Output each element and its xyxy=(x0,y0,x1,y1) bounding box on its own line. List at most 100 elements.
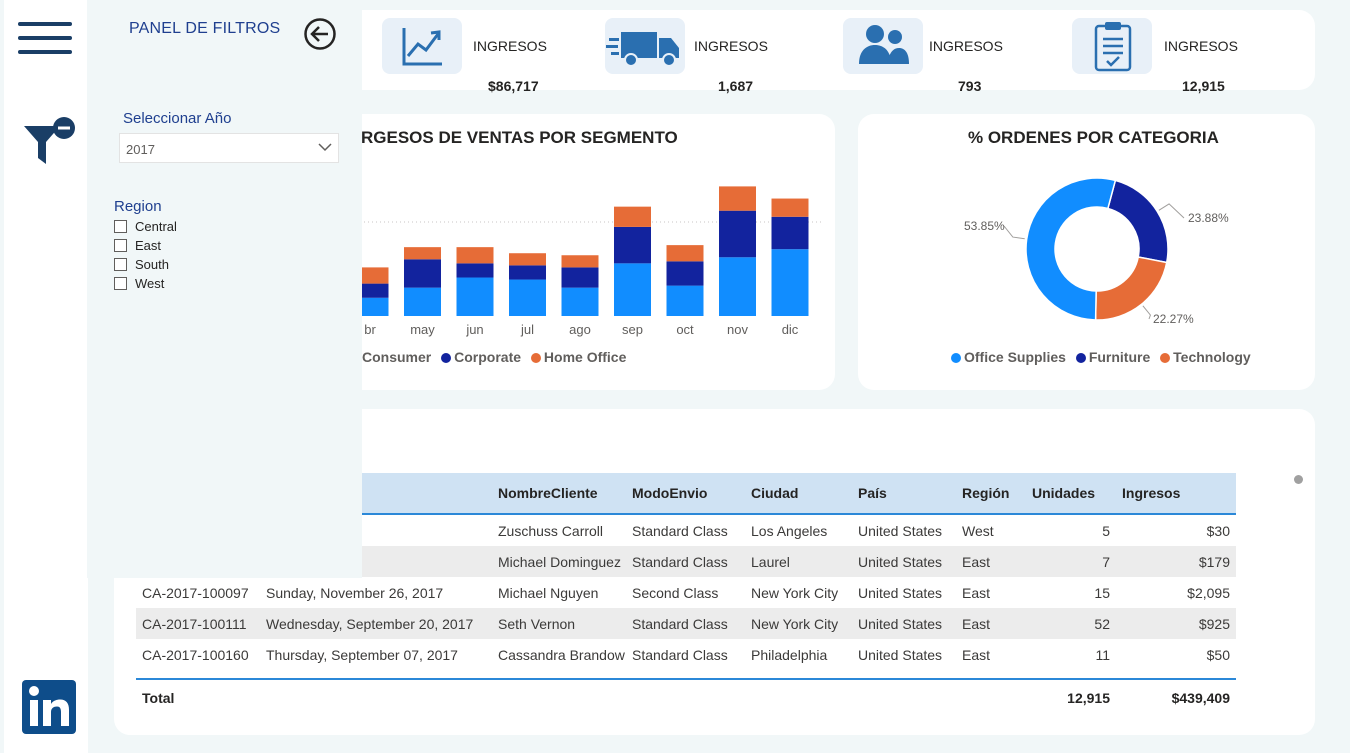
cell-unidades: 15 xyxy=(1026,577,1116,608)
column-header-unidades[interactable]: Unidades xyxy=(1026,473,1116,515)
bar-segment-consumer[interactable] xyxy=(666,285,704,316)
bar-segment-consumer[interactable] xyxy=(614,263,651,316)
hamburger-menu-icon[interactable] xyxy=(18,20,76,56)
kpi-label: INGRESOS xyxy=(694,38,768,54)
filter-panel-title: PANEL DE FILTROS xyxy=(129,20,281,37)
year-select[interactable]: 2017 xyxy=(119,133,339,163)
legend-technology[interactable]: Technology xyxy=(1160,349,1251,365)
bar-segment-corporate[interactable] xyxy=(719,210,756,258)
bar-segment-home-office[interactable] xyxy=(614,206,651,227)
page-scroll-indicator[interactable] xyxy=(1294,475,1303,484)
table-total-row: Total 12,915 $439,409 xyxy=(136,678,1236,716)
cell-region: West xyxy=(956,514,1026,546)
users-icon xyxy=(843,18,923,74)
bar-segment-home-office[interactable] xyxy=(404,247,441,260)
bar-segment-consumer[interactable] xyxy=(404,287,441,316)
column-header-region[interactable]: Región xyxy=(956,473,1026,515)
bar-segment-corporate[interactable] xyxy=(666,261,704,286)
legend-office-supplies[interactable]: Office Supplies xyxy=(951,349,1066,365)
column-header-cliente[interactable]: NombreCliente xyxy=(492,473,626,515)
year-select-value: 2017 xyxy=(126,142,155,157)
bar-segment-consumer[interactable] xyxy=(561,287,599,316)
bar-segment-corporate[interactable] xyxy=(561,267,599,288)
region-checkbox-south[interactable]: South xyxy=(114,257,169,273)
region-filter-label: Region xyxy=(114,198,162,215)
cell-date: Sunday, November 26, 2017 xyxy=(260,577,492,608)
cell-cliente: Zuschuss Carroll xyxy=(492,514,626,546)
table-row[interactable]: CA-2017-100097 Sunday, November 26, 2017… xyxy=(136,577,1236,608)
cell-unidades: 52 xyxy=(1026,608,1116,639)
filter-remove-icon[interactable] xyxy=(24,116,82,170)
bar-segment-consumer[interactable] xyxy=(509,279,546,316)
legend-corporate[interactable]: Corporate xyxy=(441,349,521,365)
bar-segment-consumer[interactable] xyxy=(719,257,756,316)
cell-region: East xyxy=(956,577,1026,608)
table-row[interactable]: CA-2017-100111 Wednesday, September 20, … xyxy=(136,608,1236,639)
kpi-label: INGRESOS xyxy=(929,38,1003,54)
checkbox-icon[interactable] xyxy=(114,258,127,271)
region-checkbox-west[interactable]: West xyxy=(114,276,164,292)
bar-segment-corporate[interactable] xyxy=(614,226,651,264)
bar-segment-corporate[interactable] xyxy=(456,263,494,278)
cell-id: CA-2017-100111 xyxy=(136,608,260,639)
cell-pais: United States xyxy=(852,577,956,608)
region-checkbox-central[interactable]: Central xyxy=(114,219,177,235)
arrow-left-circle-icon[interactable] xyxy=(303,17,337,51)
cell-ciudad: Philadelphia xyxy=(745,639,852,670)
cell-unidades: 7 xyxy=(1026,546,1116,577)
kpi-value: 12,915 xyxy=(1182,78,1225,94)
column-header-pais[interactable]: País xyxy=(852,473,956,515)
x-tick-label: ago xyxy=(569,322,591,337)
donut-slice-technology[interactable] xyxy=(1094,256,1168,321)
bar-segment-home-office[interactable] xyxy=(456,247,494,264)
table-row[interactable]: CA-2017-100160 Thursday, September 07, 2… xyxy=(136,639,1236,670)
cell-cliente: Michael Nguyen xyxy=(492,577,626,608)
checkbox-icon[interactable] xyxy=(114,239,127,252)
bar-segment-home-office[interactable] xyxy=(561,255,599,268)
kpi-value: $86,717 xyxy=(488,78,539,94)
cell-modo: Standard Class xyxy=(626,639,745,670)
table-spacer xyxy=(136,670,1236,679)
cell-ciudad: Los Angeles xyxy=(745,514,852,546)
column-header-modo[interactable]: ModoEnvio xyxy=(626,473,745,515)
category-donut-card: % ORDENES POR CATEGORIA 23.88% 22.27% 53.8… xyxy=(858,114,1315,390)
cell-region: East xyxy=(956,639,1026,670)
bar-segment-home-office[interactable] xyxy=(666,245,704,262)
checkbox-icon[interactable] xyxy=(114,277,127,290)
donut-slice-furniture[interactable] xyxy=(1106,179,1169,264)
chevron-down-icon xyxy=(318,143,332,152)
region-checkbox-east[interactable]: East xyxy=(114,238,161,254)
cell-pais: United States xyxy=(852,639,956,670)
legend-consumer[interactable]: Consumer xyxy=(362,349,431,365)
bar-segment-consumer[interactable] xyxy=(771,249,809,316)
bar-segment-home-office[interactable] xyxy=(509,253,546,266)
bar-segment-home-office[interactable] xyxy=(719,186,756,211)
legend-furniture[interactable]: Furniture xyxy=(1075,349,1150,365)
cell-ciudad: Laurel xyxy=(745,546,852,577)
linkedin-icon[interactable] xyxy=(22,680,76,734)
column-header-ciudad[interactable]: Ciudad xyxy=(745,473,852,515)
bar-segment-corporate[interactable] xyxy=(404,259,441,288)
cell-ingresos: $50 xyxy=(1116,639,1236,670)
legend-home-office[interactable]: Home Office xyxy=(530,349,626,365)
bar-segment-home-office[interactable] xyxy=(771,198,809,217)
donut-leader-line xyxy=(1142,305,1151,320)
total-unidades: 12,915 xyxy=(1026,678,1116,716)
cell-modo: Standard Class xyxy=(626,608,745,639)
kpi-label: INGRESOS xyxy=(1164,38,1238,54)
bar-segment-corporate[interactable] xyxy=(509,265,546,280)
x-tick-label: nov xyxy=(727,322,748,337)
cell-cliente: Michael Dominguez xyxy=(492,546,626,577)
cell-modo: Standard Class xyxy=(626,546,745,577)
checkbox-icon[interactable] xyxy=(114,220,127,233)
cell-modo: Second Class xyxy=(626,577,745,608)
cell-ciudad: New York City xyxy=(745,577,852,608)
cell-unidades: 5 xyxy=(1026,514,1116,546)
column-header-ingresos[interactable]: Ingresos xyxy=(1116,473,1236,515)
x-tick-label: dic xyxy=(782,322,799,337)
bar-chart-legend: Consumer Corporate Home Office xyxy=(362,349,632,365)
bar-segment-consumer[interactable] xyxy=(456,277,494,316)
bar-segment-corporate[interactable] xyxy=(771,216,809,250)
donut-leader-line xyxy=(1158,203,1185,219)
cell-pais: United States xyxy=(852,608,956,639)
